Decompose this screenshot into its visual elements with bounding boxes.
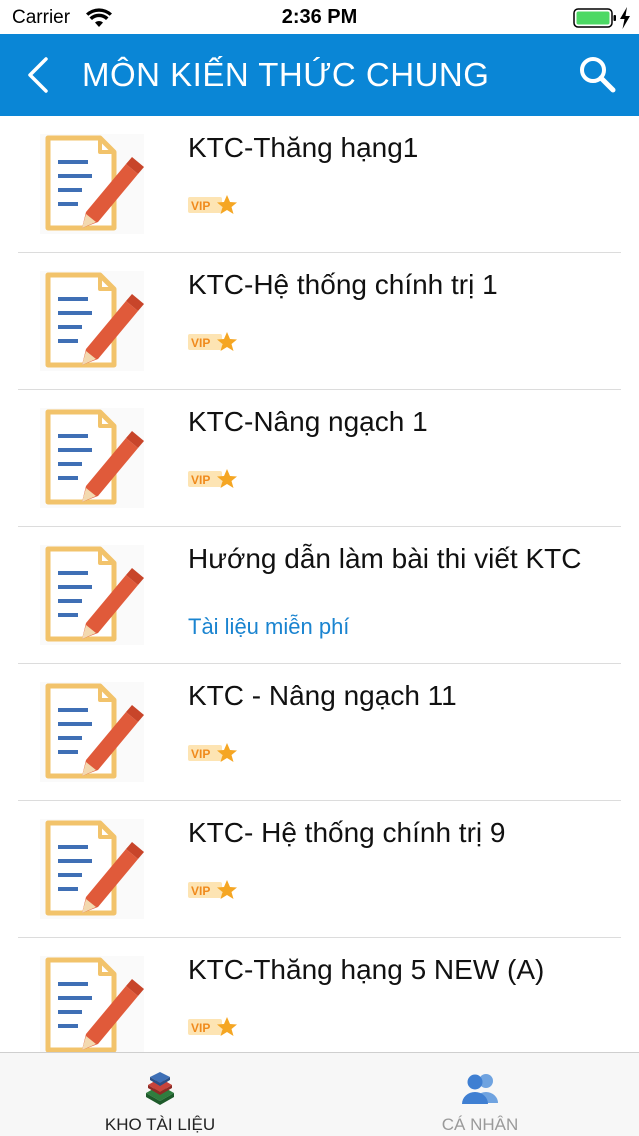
status-bar: Carrier 2:36 PM — [0, 0, 639, 34]
vip-badge-icon: VIP — [188, 469, 237, 488]
document-icon — [40, 408, 144, 508]
item-title: KTC-Thăng hạng1 — [188, 132, 419, 163]
vip-badge-icon: VIP — [188, 1017, 237, 1036]
vip-badge-icon: VIP — [188, 743, 237, 762]
tab-kho-tai-lieu[interactable]: KHO TÀI LIỆU — [0, 1053, 320, 1136]
document-icon — [40, 545, 144, 645]
document-list: KTC-Thăng hạng1 VIP KTC-Hệ thống chính t… — [0, 116, 639, 1052]
list-item[interactable]: KTC-Hệ thống chính trị 1 VIP — [0, 253, 639, 390]
document-icon — [40, 134, 144, 234]
document-icon — [40, 956, 144, 1052]
vip-badge-icon: VIP — [188, 880, 237, 899]
nav-bar: MÔN KIẾN THỨC CHUNG — [0, 34, 639, 116]
books-icon — [146, 1072, 174, 1105]
svg-text:VIP: VIP — [191, 336, 210, 350]
item-title: KTC-Hệ thống chính trị 1 — [188, 269, 498, 300]
list-item[interactable]: KTC - Nâng ngạch 11 VIP — [0, 664, 639, 801]
list-item[interactable]: KTC-Thăng hạng1 VIP — [0, 116, 639, 253]
vip-badge-icon: VIP — [188, 195, 237, 214]
list-item[interactable]: Hướng dẫn làm bài thi viết KTC Tài liệu m… — [0, 527, 639, 664]
item-title: KTC-Thăng hạng 5 NEW (A) — [188, 954, 545, 985]
tab-ca-nhan[interactable]: CÁ NHÂN — [320, 1053, 639, 1136]
search-icon[interactable] — [577, 54, 617, 94]
document-icon — [40, 819, 144, 919]
list-item[interactable]: KTC- Hệ thống chính trị 9 VIP — [0, 801, 639, 938]
charging-icon — [620, 7, 630, 29]
users-icon — [462, 1074, 498, 1104]
page-title: MÔN KIẾN THỨC CHUNG — [82, 56, 490, 93]
battery-icon — [573, 8, 616, 28]
tab-label: KHO TÀI LIỆU — [104, 1115, 216, 1134]
item-title: Hướng dẫn làm bài thi viết KTC — [188, 543, 582, 574]
svg-text:VIP: VIP — [191, 473, 210, 487]
document-icon — [40, 271, 144, 371]
list-item[interactable]: KTC-Thăng hạng 5 NEW (A) VIP — [0, 938, 639, 1052]
free-label: Tài liệu miễn phí — [188, 614, 350, 639]
clock: 2:36 PM — [281, 6, 358, 28]
svg-text:VIP: VIP — [191, 1021, 210, 1035]
item-title: KTC - Nâng ngạch 11 — [188, 680, 457, 711]
tab-label: CÁ NHÂN — [441, 1115, 519, 1134]
svg-text:VIP: VIP — [191, 747, 210, 761]
item-title: KTC-Nâng ngạch 1 — [188, 406, 428, 437]
svg-text:VIP: VIP — [191, 199, 210, 213]
list-item[interactable]: KTC-Nâng ngạch 1 VIP — [0, 390, 639, 527]
item-title: KTC- Hệ thống chính trị 9 — [188, 817, 506, 848]
svg-text:VIP: VIP — [191, 884, 210, 898]
vip-badge-icon: VIP — [188, 332, 237, 351]
back-button[interactable] — [24, 56, 54, 94]
tab-bar: KHO TÀI LIỆU CÁ NHÂN — [0, 1052, 639, 1136]
document-icon — [40, 682, 144, 782]
